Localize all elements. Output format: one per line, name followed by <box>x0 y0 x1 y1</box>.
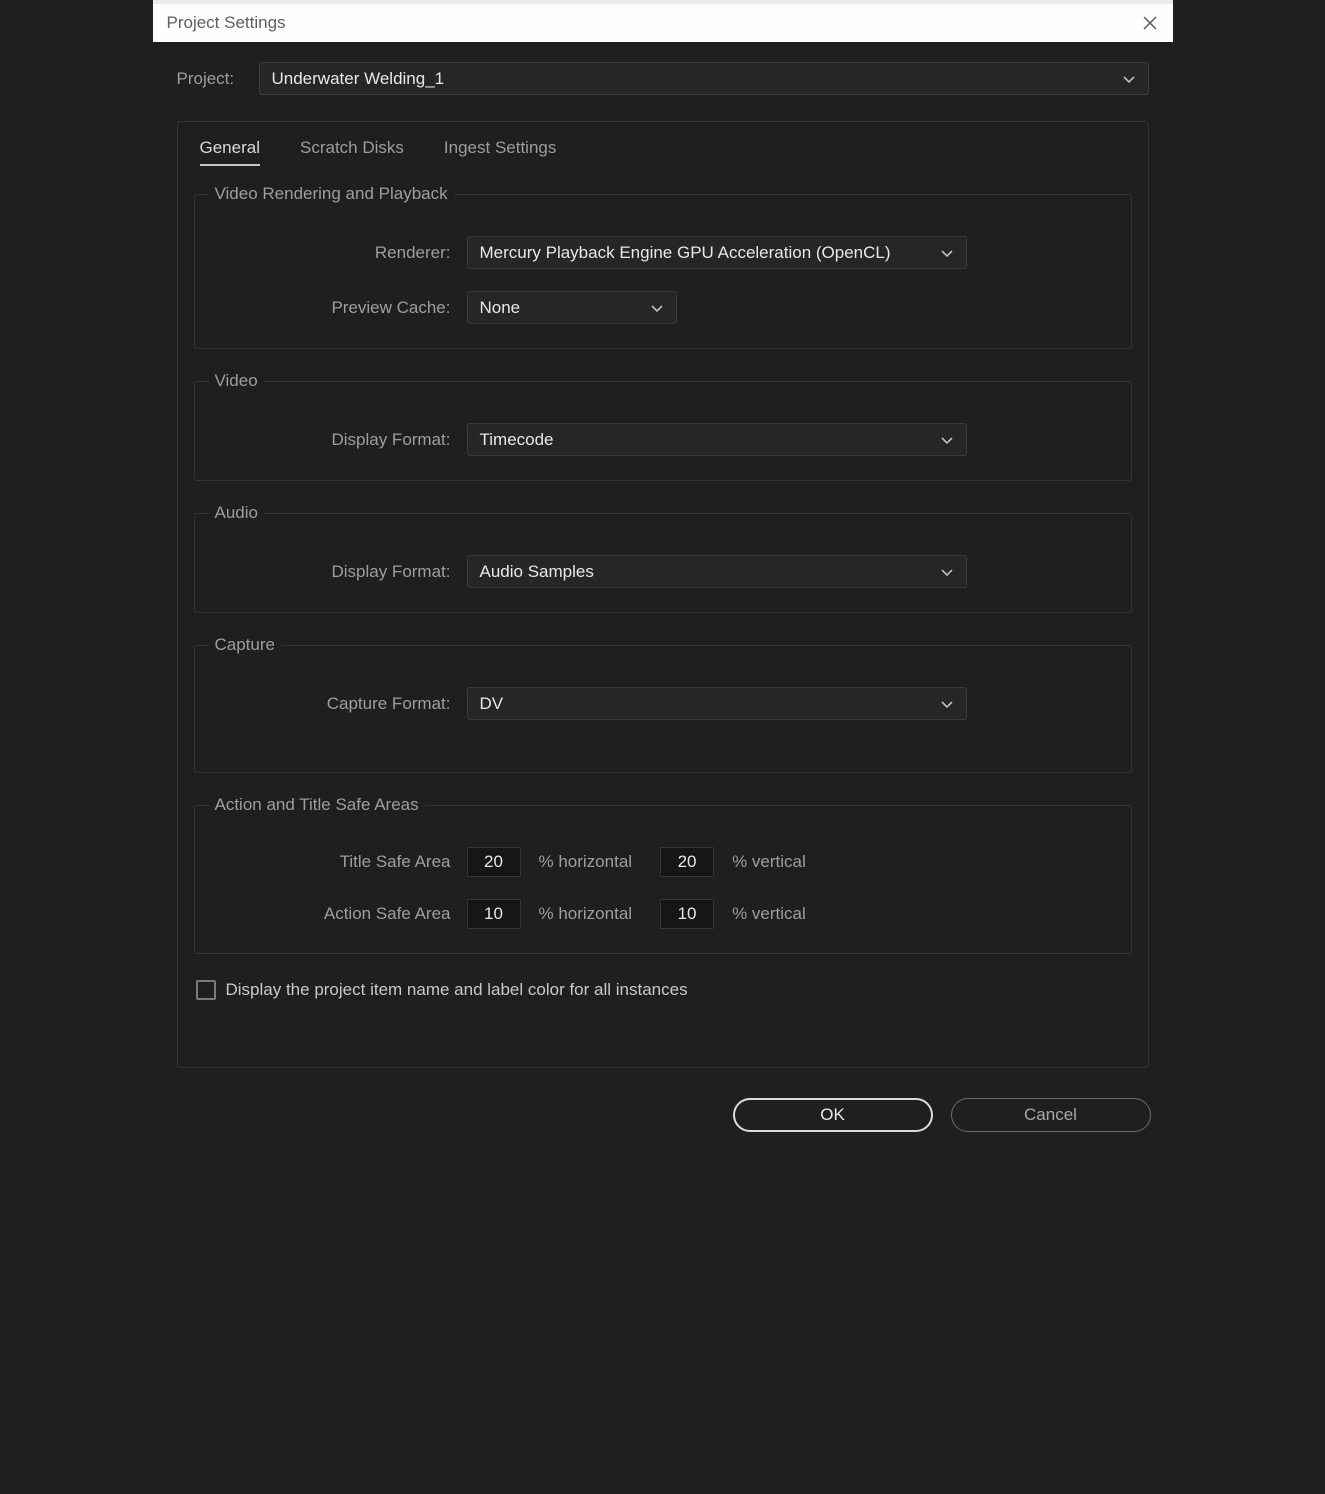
capture-format-dropdown[interactable]: DV <box>467 687 967 720</box>
group-rendering: Video Rendering and Playback Renderer: M… <box>194 184 1132 349</box>
preview-cache-value: None <box>480 298 521 318</box>
preview-cache-label: Preview Cache: <box>209 298 467 318</box>
title-safe-vertical-input[interactable] <box>660 847 714 877</box>
close-icon[interactable] <box>1141 14 1159 32</box>
group-safe-areas: Action and Title Safe Areas Title Safe A… <box>194 795 1132 954</box>
action-safe-vertical-input[interactable] <box>660 899 714 929</box>
title-safe-horizontal-input[interactable] <box>467 847 521 877</box>
ok-button[interactable]: OK <box>733 1098 933 1132</box>
project-settings-window: Project Settings Project: Underwater Wel… <box>153 0 1173 1150</box>
pct-vertical-label: % vertical <box>732 852 806 872</box>
pct-horizontal-label: % horizontal <box>539 904 633 924</box>
renderer-dropdown[interactable]: Mercury Playback Engine GPU Acceleration… <box>467 236 967 269</box>
cancel-button[interactable]: Cancel <box>951 1098 1151 1132</box>
chevron-down-icon <box>940 565 954 579</box>
settings-panel: General Scratch Disks Ingest Settings Vi… <box>177 121 1149 1068</box>
video-display-format-dropdown[interactable]: Timecode <box>467 423 967 456</box>
project-row: Project: Underwater Welding_1 <box>177 62 1149 95</box>
display-instances-row: Display the project item name and label … <box>194 980 1132 1000</box>
group-capture-legend: Capture <box>209 635 281 655</box>
tab-scratch-disks[interactable]: Scratch Disks <box>300 138 404 166</box>
renderer-value: Mercury Playback Engine GPU Acceleration… <box>480 243 891 263</box>
capture-format-value: DV <box>480 694 504 714</box>
titlebar: Project Settings <box>153 0 1173 42</box>
project-dropdown-value: Underwater Welding_1 <box>272 69 445 89</box>
chevron-down-icon <box>940 697 954 711</box>
action-safe-horizontal-input[interactable] <box>467 899 521 929</box>
footer: OK Cancel <box>153 1082 1173 1150</box>
group-safe-legend: Action and Title Safe Areas <box>209 795 425 815</box>
group-audio-legend: Audio <box>209 503 264 523</box>
title-safe-label: Title Safe Area <box>209 852 467 872</box>
video-display-format-label: Display Format: <box>209 430 467 450</box>
content-area: Project: Underwater Welding_1 General Sc… <box>153 42 1173 1082</box>
project-dropdown[interactable]: Underwater Welding_1 <box>259 62 1149 95</box>
tab-ingest-settings[interactable]: Ingest Settings <box>444 138 556 166</box>
audio-display-format-dropdown[interactable]: Audio Samples <box>467 555 967 588</box>
audio-display-format-label: Display Format: <box>209 562 467 582</box>
tabs: General Scratch Disks Ingest Settings <box>194 138 1132 184</box>
pct-horizontal-label: % horizontal <box>539 852 633 872</box>
group-video-legend: Video <box>209 371 264 391</box>
tab-general[interactable]: General <box>200 138 260 166</box>
pct-vertical-label: % vertical <box>732 904 806 924</box>
audio-display-format-value: Audio Samples <box>480 562 594 582</box>
action-safe-label: Action Safe Area <box>209 904 467 924</box>
video-display-format-value: Timecode <box>480 430 554 450</box>
renderer-label: Renderer: <box>209 243 467 263</box>
project-label: Project: <box>177 69 245 89</box>
group-rendering-legend: Video Rendering and Playback <box>209 184 454 204</box>
preview-cache-dropdown[interactable]: None <box>467 291 677 324</box>
group-audio: Audio Display Format: Audio Samples <box>194 503 1132 613</box>
chevron-down-icon <box>1122 72 1136 86</box>
group-capture: Capture Capture Format: DV <box>194 635 1132 773</box>
display-instances-label: Display the project item name and label … <box>226 980 688 1000</box>
chevron-down-icon <box>940 246 954 260</box>
display-instances-checkbox[interactable] <box>196 980 216 1000</box>
chevron-down-icon <box>650 301 664 315</box>
chevron-down-icon <box>940 433 954 447</box>
capture-format-label: Capture Format: <box>209 694 467 714</box>
window-title: Project Settings <box>167 13 286 33</box>
group-video: Video Display Format: Timecode <box>194 371 1132 481</box>
